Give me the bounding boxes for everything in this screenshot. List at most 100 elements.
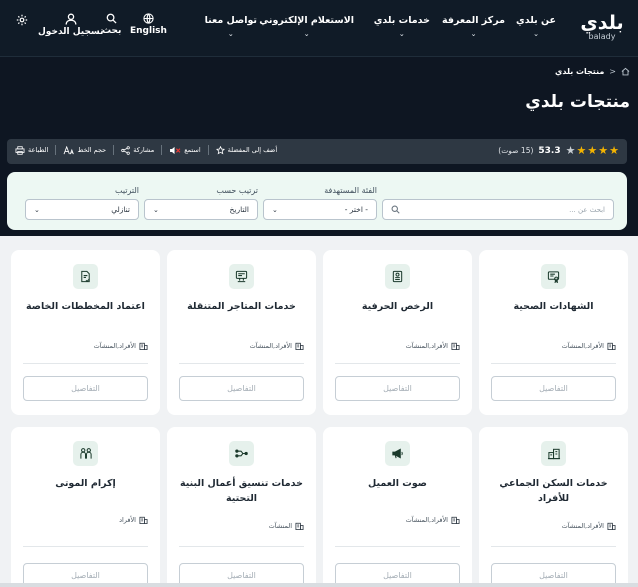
product-card[interactable]: اعتماد المخططات الخاصة الأفراد,المنشآت ا…: [11, 250, 160, 415]
product-card[interactable]: خدمات تنسيق أعمال البنية التحتية المنشآت…: [167, 427, 316, 587]
divider: [179, 363, 304, 364]
print-label: الطباعة: [28, 146, 49, 154]
product-card[interactable]: خدمات السكن الجماعي للأفراد الأفراد,المن…: [479, 427, 628, 587]
nav-item-label: مركز المعرفة: [442, 15, 505, 26]
nav-item-about[interactable]: عن بلدي ⌄: [516, 15, 556, 38]
search-placeholder: ابحث عن ...: [569, 205, 605, 214]
building-icon: [139, 342, 148, 350]
breadcrumb: < منتجات بلدي: [555, 67, 630, 76]
product-audience: الأفراد,المنشآت: [406, 341, 460, 350]
product-audience: الأفراد,المنشآت: [406, 515, 460, 524]
add-to-favorites-button[interactable]: أضف إلى المفضلة: [215, 145, 278, 155]
product-card[interactable]: الرخص الحرفية الأفراد,المنشآت التفاصيل: [323, 250, 472, 415]
star-empty-icon[interactable]: ★: [566, 145, 576, 156]
product-title: صوت العميل: [368, 478, 427, 489]
search-icon: [106, 13, 117, 24]
search-label: بحث: [102, 26, 122, 36]
product-card[interactable]: إكرام الموتى الأفراد التفاصيل: [11, 427, 160, 587]
product-title: خدمات المتاجر المتنقلة: [187, 301, 296, 312]
font-size-button[interactable]: حجم الخط: [63, 145, 107, 155]
divider: [335, 546, 460, 547]
speaker-muted-icon: [170, 146, 181, 154]
product-card[interactable]: خدمات المتاجر المتنقلة الأفراد,المنشآت ا…: [167, 250, 316, 415]
share-label: مشاركة: [133, 146, 155, 154]
product-audience: الأفراد: [119, 515, 148, 524]
nav-item-contact-us[interactable]: تواصل معنا ⌄: [205, 15, 257, 38]
page-tools: أضف إلى المفضلة استمع مشاركة حجم الخط ال…: [15, 145, 277, 155]
nav-item-label: تواصل معنا: [204, 15, 257, 26]
certificate-icon: [541, 264, 566, 289]
divider: [55, 145, 57, 155]
product-audience: الأفراد,المنشآت: [562, 341, 616, 350]
print-button[interactable]: الطباعة: [15, 145, 49, 155]
star-filled-icon[interactable]: ★: [609, 145, 619, 156]
chevron-down-icon: ⌄: [303, 30, 310, 38]
details-button[interactable]: التفاصيل: [491, 376, 616, 401]
details-button[interactable]: التفاصيل: [23, 376, 148, 401]
sort-by-label: ترتيب حسب: [216, 186, 258, 195]
building-icon: [139, 516, 148, 524]
settings-button[interactable]: [16, 14, 28, 28]
product-audience: الأفراد,المنشآت: [562, 521, 616, 530]
divider: [161, 145, 163, 155]
listen-label: استمع: [184, 146, 201, 154]
rating-stars[interactable]: ★ ★ ★ ★ ★: [566, 145, 619, 156]
audience-text: الأفراد,المنشآت: [561, 341, 604, 350]
divider: [23, 546, 148, 547]
sort-by-select[interactable]: التاريخ ⌄: [144, 199, 258, 220]
star-filled-icon[interactable]: ★: [587, 145, 597, 156]
audience-text: الأفراد,المنشآت: [561, 521, 604, 530]
page-toolbar: ★ ★ ★ ★ ★ 53.3 (15 صوت) أضف إلى المفضلة استم…: [7, 139, 627, 164]
divider: [335, 363, 460, 364]
plan-approval-icon: [73, 264, 98, 289]
font-size-label: حجم الخط: [77, 146, 107, 154]
product-title: اعتماد المخططات الخاصة: [26, 301, 145, 312]
chevron-down-icon: ⌄: [34, 205, 40, 214]
product-audience: المنشآت: [269, 521, 304, 530]
star-filled-icon[interactable]: ★: [598, 145, 608, 156]
audience-text: الأفراد,المنشآت: [249, 341, 292, 350]
share-button[interactable]: مشاركة: [121, 145, 155, 155]
people-icon: [73, 441, 98, 466]
divider: [113, 145, 115, 155]
home-icon[interactable]: [621, 67, 630, 76]
audience-text: الأفراد,المنشآت: [405, 341, 448, 350]
language-button[interactable]: English: [130, 13, 167, 36]
divider: [207, 145, 209, 155]
favorite-label: أضف إلى المفضلة: [227, 146, 278, 154]
login-label: تسجيل الدخول: [38, 27, 104, 37]
infrastructure-icon: [229, 441, 254, 466]
share-icon: [121, 145, 130, 155]
rating: ★ ★ ★ ★ ★ 53.3 (15 صوت): [498, 145, 619, 156]
nav-item-knowledge-center[interactable]: مركز المعرفة ⌄: [442, 15, 505, 38]
page-title: منتجات بلدي: [525, 92, 630, 112]
star-filled-icon[interactable]: ★: [577, 145, 587, 156]
megaphone-icon: [385, 441, 410, 466]
search-button[interactable]: بحث: [102, 13, 121, 36]
details-button[interactable]: التفاصيل: [179, 376, 304, 401]
product-card[interactable]: صوت العميل الأفراد,المنشآت التفاصيل: [323, 427, 472, 587]
listen-button[interactable]: استمع: [169, 146, 201, 155]
search-input[interactable]: ابحث عن ...: [382, 199, 614, 220]
search-icon: [391, 205, 400, 214]
breadcrumb-current: منتجات بلدي: [554, 67, 605, 76]
audience-text: المنشآت: [268, 521, 292, 530]
details-button[interactable]: التفاصيل: [335, 376, 460, 401]
nav-item-label: الاستعلام الإلكتروني: [259, 15, 354, 26]
font-size-icon: [64, 145, 75, 154]
mobile-store-icon: [229, 264, 254, 289]
horizontal-scrollbar[interactable]: [0, 583, 638, 587]
nav-item-balady-services[interactable]: خدمات بلدي ⌄: [374, 15, 430, 38]
target-audience-select[interactable]: - اختر - ⌄: [263, 199, 377, 220]
login-button[interactable]: تسجيل الدخول: [38, 13, 103, 37]
nav-item-e-inquiry[interactable]: الاستعلام الإلكتروني ⌄: [259, 15, 354, 38]
building-icon: [295, 522, 304, 530]
product-title: خدمات السكن الجماعي للأفراد: [499, 478, 608, 504]
chevron-down-icon: ⌄: [470, 30, 477, 38]
product-card[interactable]: الشهادات الصحية الأفراد,المنشآت التفاصيل: [479, 250, 628, 415]
building-icon: [607, 342, 616, 350]
audience-text: الأفراد: [119, 515, 136, 524]
chevron-down-icon: ⌄: [398, 30, 405, 38]
order-select[interactable]: تنازلي ⌄: [25, 199, 139, 220]
balady-logo[interactable]: بلدي balady: [574, 14, 630, 42]
